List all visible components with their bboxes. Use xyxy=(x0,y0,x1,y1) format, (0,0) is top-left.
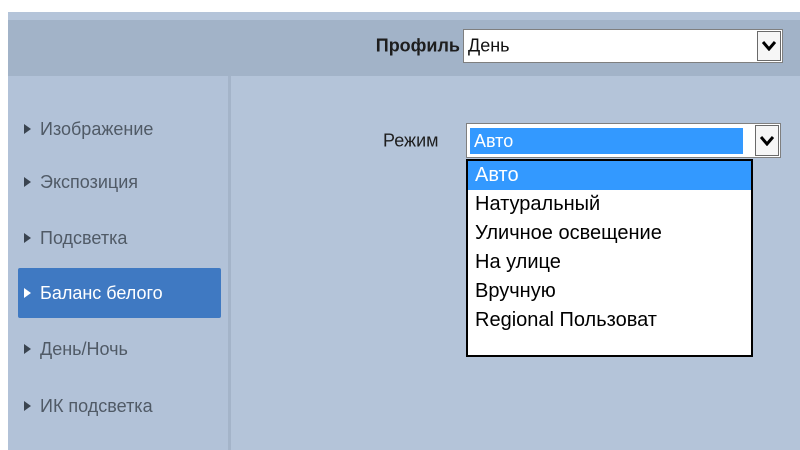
sidebar-item-white-balance[interactable]: Баланс белого xyxy=(18,268,221,318)
chevron-down-icon[interactable] xyxy=(755,125,779,156)
sidebar-item-label: Баланс белого xyxy=(40,282,163,303)
triangle-right-icon xyxy=(24,344,31,354)
chevron-down-icon[interactable] xyxy=(757,31,781,61)
mode-dropdown-list: Авто Натуральный Уличное освещение На ул… xyxy=(466,159,753,357)
sidebar-item-exposure[interactable]: Экспозиция xyxy=(18,157,221,207)
triangle-right-icon xyxy=(24,401,31,411)
sidebar-item-day-night[interactable]: День/Ночь xyxy=(18,324,221,374)
app-window: Профиль День Изображение Экспозиция Подс… xyxy=(8,12,800,450)
triangle-right-icon xyxy=(24,177,31,187)
mode-label: Режим xyxy=(383,130,439,151)
mode-option-manual[interactable]: Вручную xyxy=(468,277,751,306)
mode-select-value: Авто xyxy=(470,127,743,154)
triangle-right-icon xyxy=(24,124,31,134)
sidebar-item-ir-light[interactable]: ИК подсветка xyxy=(18,381,221,431)
mode-option-auto[interactable]: Авто xyxy=(468,161,751,190)
sidebar-item-backlight[interactable]: Подсветка xyxy=(18,213,221,263)
sidebar-item-label: Экспозиция xyxy=(40,171,138,192)
sidebar-divider xyxy=(228,76,231,450)
triangle-right-icon xyxy=(24,233,31,243)
mode-select[interactable]: Авто xyxy=(466,123,781,158)
triangle-right-icon xyxy=(24,288,31,298)
sidebar-item-label: День/Ночь xyxy=(40,338,128,359)
sidebar-item-image[interactable]: Изображение xyxy=(18,104,221,154)
mode-option-outdoor[interactable]: На улице xyxy=(468,248,751,277)
profile-select-value: День xyxy=(468,35,510,56)
mode-option-natural[interactable]: Натуральный xyxy=(468,190,751,219)
sidebar-item-label: Изображение xyxy=(40,118,154,139)
profile-label: Профиль xyxy=(375,35,460,56)
sidebar-item-label: Подсветка xyxy=(40,227,128,248)
profile-select[interactable]: День xyxy=(463,29,783,63)
mode-option-regional-custom[interactable]: Regional Пользоват xyxy=(468,306,751,335)
sidebar-item-label: ИК подсветка xyxy=(40,395,153,416)
mode-option-street-light[interactable]: Уличное освещение xyxy=(468,219,751,248)
profile-bar: Профиль День xyxy=(8,20,800,76)
